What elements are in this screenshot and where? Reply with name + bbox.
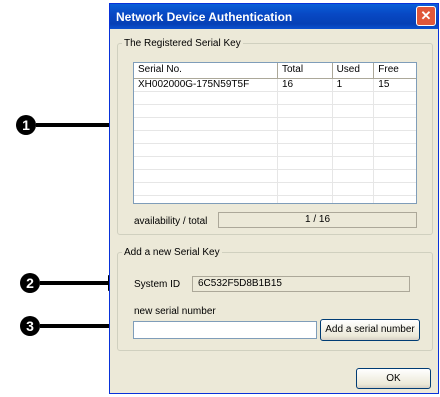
callout-2-marker: 2 <box>20 273 40 293</box>
ok-button[interactable]: OK <box>356 368 431 389</box>
column-header-total[interactable]: Total <box>278 63 333 78</box>
system-id-label: System ID <box>134 279 181 290</box>
callout-3-marker: 3 <box>20 316 40 336</box>
new-serial-input[interactable] <box>133 321 317 339</box>
list-header: Serial No. Total Used Free <box>134 63 416 79</box>
table-row[interactable]: XH002000G-175N59T5F 16 1 15 <box>134 79 416 92</box>
serial-cell: XH002000G-175N59T5F <box>134 79 278 91</box>
window-title: Network Device Authentication <box>116 10 293 24</box>
column-header-used[interactable]: Used <box>333 63 375 78</box>
auth-dialog: Network Device Authentication ✕ The Regi… <box>109 3 439 394</box>
close-icon: ✕ <box>420 8 432 23</box>
empty-row <box>134 196 416 203</box>
serial-key-list[interactable]: Serial No. Total Used Free XH002000G-175… <box>133 62 417 204</box>
empty-row <box>134 118 416 131</box>
add-serial-legend: Add a new Serial Key <box>124 247 220 258</box>
empty-row <box>134 131 416 144</box>
title-bar[interactable]: Network Device Authentication ✕ <box>110 4 438 29</box>
registered-serial-legend: The Registered Serial Key <box>124 38 241 49</box>
empty-row <box>134 170 416 183</box>
empty-row <box>134 157 416 170</box>
new-serial-label: new serial number <box>134 306 216 317</box>
callout-1-marker: 1 <box>16 115 36 135</box>
empty-row <box>134 105 416 118</box>
availability-value: 1 / 16 <box>218 212 417 228</box>
empty-row <box>134 144 416 157</box>
empty-row <box>134 92 416 105</box>
close-button[interactable]: ✕ <box>416 6 436 26</box>
availability-label: availability / total <box>134 216 208 227</box>
empty-row <box>134 183 416 196</box>
total-cell: 16 <box>278 79 333 91</box>
free-cell: 15 <box>378 79 390 90</box>
column-header-serial[interactable]: Serial No. <box>134 63 278 78</box>
add-serial-button[interactable]: Add a serial number <box>320 319 420 341</box>
system-id-value: 6C532F5D8B1B15 <box>192 276 410 292</box>
used-cell: 1 <box>333 79 375 91</box>
column-header-free[interactable]: Free <box>374 63 416 78</box>
